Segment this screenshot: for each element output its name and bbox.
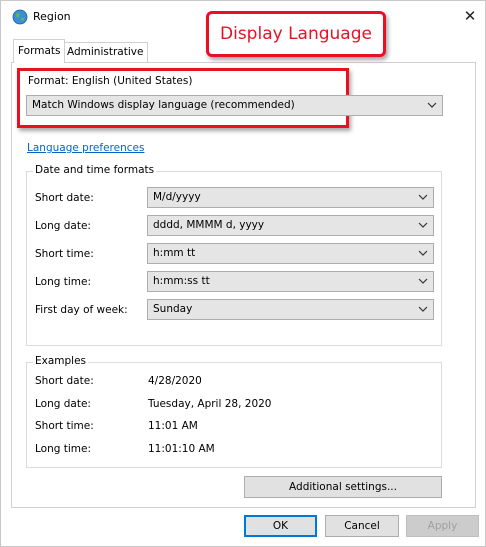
short-date-label: Short date:: [35, 192, 94, 204]
format-dropdown-value: Match Windows display language (recommen…: [32, 99, 295, 111]
first-day-of-week-value: Sunday: [153, 303, 193, 315]
example-long-date-label: Long date:: [35, 398, 91, 410]
short-date-dropdown[interactable]: M/d/yyyy: [147, 187, 434, 208]
annotation-callout: Display Language: [206, 11, 386, 57]
cancel-button[interactable]: Cancel: [325, 515, 399, 537]
short-date-value: M/d/yyyy: [153, 191, 201, 203]
long-time-dropdown[interactable]: h:mm:ss tt: [147, 271, 434, 292]
example-long-time-value: 11:01:10 AM: [148, 443, 215, 455]
format-label: Format: English (United States): [28, 75, 193, 87]
chevron-down-icon: [418, 278, 428, 284]
first-day-of-week-dropdown[interactable]: Sunday: [147, 299, 434, 320]
region-dialog: Region ✕ Formats Administrative Display …: [0, 0, 486, 547]
example-short-time-value: 11:01 AM: [148, 420, 198, 432]
globe-icon: [12, 9, 28, 25]
language-preferences-link[interactable]: Language preferences: [27, 142, 144, 154]
window-title: Region: [33, 10, 71, 23]
chevron-down-icon: [418, 222, 428, 228]
close-icon[interactable]: ✕: [459, 5, 481, 27]
first-day-of-week-label: First day of week:: [35, 304, 128, 316]
apply-button[interactable]: Apply: [406, 515, 479, 537]
ok-button[interactable]: OK: [244, 515, 317, 537]
example-short-date-label: Short date:: [35, 375, 94, 387]
long-date-value: dddd, MMMM d, yyyy: [153, 219, 265, 231]
date-time-formats-title: Date and time formats: [33, 164, 157, 176]
tab-administrative[interactable]: Administrative: [62, 42, 149, 62]
long-time-label: Long time:: [35, 276, 92, 288]
long-date-dropdown[interactable]: dddd, MMMM d, yyyy: [147, 215, 434, 236]
chevron-down-icon: [418, 306, 428, 312]
chevron-down-icon: [418, 250, 428, 256]
examples-title: Examples: [33, 355, 89, 367]
long-date-label: Long date:: [35, 220, 91, 232]
example-long-time-label: Long time:: [35, 443, 92, 455]
long-time-value: h:mm:ss tt: [153, 275, 210, 287]
short-time-value: h:mm tt: [153, 247, 196, 259]
chevron-down-icon: [418, 194, 428, 200]
short-time-dropdown[interactable]: h:mm tt: [147, 243, 434, 264]
format-dropdown[interactable]: Match Windows display language (recommen…: [26, 95, 443, 116]
short-time-label: Short time:: [35, 248, 94, 260]
example-short-date-value: 4/28/2020: [148, 375, 202, 387]
chevron-down-icon: [427, 102, 437, 108]
tab-formats[interactable]: Formats: [13, 39, 66, 63]
example-long-date-value: Tuesday, April 28, 2020: [148, 398, 272, 410]
additional-settings-button[interactable]: Additional settings...: [244, 476, 442, 498]
example-short-time-label: Short time:: [35, 420, 94, 432]
